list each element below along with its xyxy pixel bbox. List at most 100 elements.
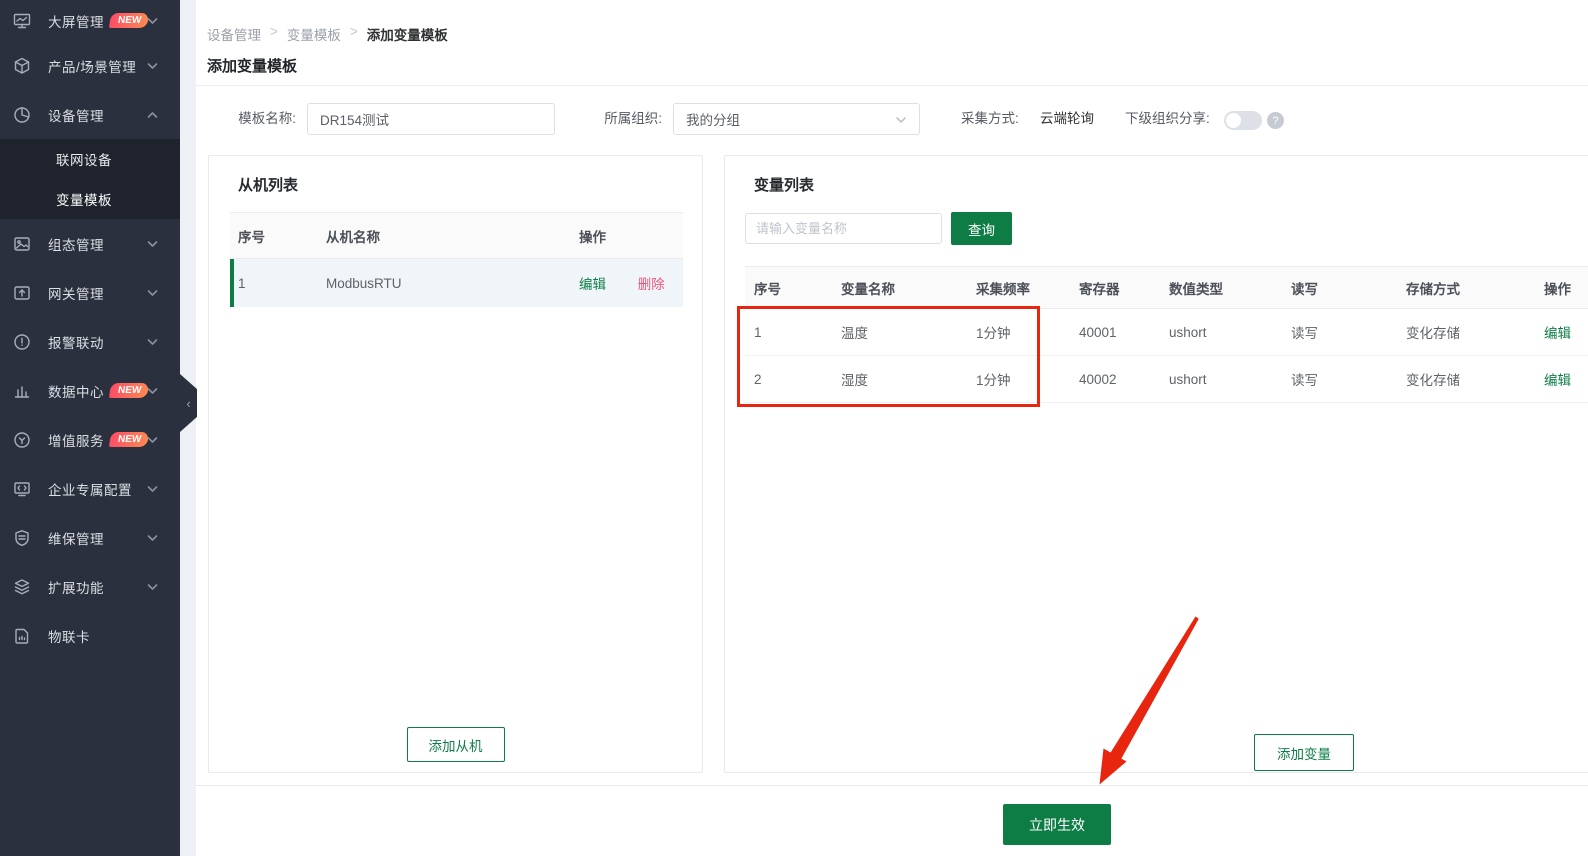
col-variable-name: 变量名称	[832, 278, 967, 298]
breadcrumb-separator: >	[270, 24, 278, 44]
pie-chart-icon	[13, 106, 31, 124]
chevron-down-icon	[147, 57, 158, 75]
app-root: 大屏管理 NEW 产品/场景管理 设备管理 联网设备 变量模板	[0, 0, 1588, 856]
col-storage-mode: 存储方式	[1397, 278, 1535, 298]
collect-mode-value: 云端轮询	[1040, 103, 1094, 135]
layers-icon	[13, 578, 31, 596]
template-name-input[interactable]	[307, 103, 555, 135]
var-register: 40002	[1070, 372, 1160, 387]
image-icon	[13, 235, 31, 253]
col-read-write: 读写	[1282, 278, 1397, 298]
col-value-type: 数值类型	[1160, 278, 1282, 298]
sidebar-item-variable-template[interactable]: 变量模板	[0, 179, 180, 219]
sidebar: 大屏管理 NEW 产品/场景管理 设备管理 联网设备 变量模板	[0, 0, 180, 856]
edit-variable-link[interactable]: 编辑	[1544, 326, 1571, 341]
var-name: 湿度	[832, 369, 967, 389]
add-slave-button[interactable]: 添加从机	[407, 727, 505, 762]
sidebar-item-device-management[interactable]: 设备管理	[0, 90, 180, 139]
sidebar-item-label: 设备管理	[48, 105, 104, 125]
variable-table-row[interactable]: 1 温度 1分钟 40001 ushort 读写 变化存储 编辑	[745, 309, 1588, 356]
breadcrumb-device-management[interactable]: 设备管理	[207, 24, 261, 44]
chevron-up-icon	[147, 106, 158, 124]
variable-list-panel: 变量列表 查询 序号 变量名称 采集频率 寄存器 数值类型 读写 存储方式 操作…	[724, 155, 1588, 773]
variable-panel-title: 变量列表	[754, 174, 814, 195]
footer-divider	[196, 785, 1588, 786]
col-register: 寄存器	[1070, 278, 1160, 298]
sidebar-item-maintenance-management[interactable]: 维保管理	[0, 513, 180, 562]
sidebar-item-label: 网关管理	[48, 283, 104, 303]
chevron-down-icon	[147, 578, 158, 596]
variable-table: 序号 变量名称 采集频率 寄存器 数值类型 读写 存储方式 操作 1 温度 1分…	[745, 266, 1588, 403]
gateway-icon	[13, 284, 31, 302]
device-management-submenu: 联网设备 变量模板	[0, 139, 180, 219]
slave-list-panel: 从机列表 序号 从机名称 操作 1 ModbusRTU 编辑 删除 添加从机	[208, 155, 703, 773]
org-label: 所属组织:	[582, 103, 662, 135]
chevron-down-icon	[147, 529, 158, 547]
sidebar-item-extended-functions[interactable]: 扩展功能	[0, 562, 180, 611]
add-variable-button[interactable]: 添加变量	[1254, 734, 1354, 771]
sim-card-icon	[13, 627, 31, 645]
variable-search-input[interactable]	[745, 213, 942, 244]
sidebar-item-alarm-linkage[interactable]: 报警联动	[0, 317, 180, 366]
new-badge: NEW	[109, 432, 149, 447]
sidebar-item-networked-devices[interactable]: 联网设备	[0, 139, 180, 179]
sidebar-item-value-added-services[interactable]: 增值服务 NEW	[0, 415, 180, 464]
collect-mode-label: 采集方式:	[961, 103, 1029, 135]
toggle-knob	[1226, 113, 1241, 128]
page-title: 添加变量模板	[207, 55, 297, 76]
col-index: 序号	[230, 226, 318, 246]
var-register: 40001	[1070, 325, 1160, 340]
new-badge: NEW	[109, 13, 149, 28]
col-collect-frequency: 采集频率	[967, 278, 1070, 298]
slave-index: 1	[230, 276, 318, 291]
sidebar-item-label: 维保管理	[48, 528, 104, 548]
var-frequency: 1分钟	[967, 322, 1070, 342]
chevron-down-icon	[147, 480, 158, 498]
var-storage: 变化存储	[1397, 322, 1535, 342]
screen-icon	[13, 12, 31, 30]
sidebar-item-gateway-management[interactable]: 网关管理	[0, 268, 180, 317]
help-icon[interactable]: ?	[1267, 112, 1284, 129]
query-button[interactable]: 查询	[951, 212, 1012, 245]
col-actions: 操作	[1535, 278, 1588, 298]
breadcrumb-current: 添加变量模板	[367, 24, 448, 44]
sidebar-item-label: 扩展功能	[48, 577, 104, 597]
sidebar-item-product-scene[interactable]: 产品/场景管理	[0, 41, 180, 90]
col-slave-name: 从机名称	[318, 226, 571, 246]
sidebar-item-iot-card[interactable]: 物联卡	[0, 611, 180, 660]
collapse-chevron-icon: ‹	[186, 396, 190, 411]
apply-button[interactable]: 立即生效	[1003, 804, 1111, 845]
edit-variable-link[interactable]: 编辑	[1544, 373, 1571, 388]
slave-table-row[interactable]: 1 ModbusRTU 编辑 删除	[230, 259, 683, 307]
sidebar-item-label: 大屏管理	[48, 11, 104, 31]
org-select[interactable]: 我的分组	[673, 103, 920, 135]
var-type: ushort	[1160, 372, 1282, 387]
enterprise-config-icon	[13, 480, 31, 498]
sidebar-item-big-screen[interactable]: 大屏管理 NEW	[0, 0, 180, 41]
sidebar-item-data-center[interactable]: 数据中心 NEW	[0, 366, 180, 415]
breadcrumb: 设备管理 > 变量模板 > 添加变量模板	[207, 24, 448, 44]
var-index: 1	[745, 325, 832, 340]
var-storage: 变化存储	[1397, 369, 1535, 389]
sidebar-item-enterprise-config[interactable]: 企业专属配置	[0, 464, 180, 513]
chevron-down-icon	[147, 431, 158, 449]
var-rw: 读写	[1282, 369, 1397, 389]
breadcrumb-variable-template[interactable]: 变量模板	[287, 24, 341, 44]
share-toggle[interactable]	[1224, 111, 1262, 130]
sidebar-item-configuration-management[interactable]: 组态管理	[0, 219, 180, 268]
org-select-value: 我的分组	[686, 109, 740, 129]
col-actions: 操作	[571, 226, 683, 246]
alarm-icon	[13, 333, 31, 351]
delete-slave-link[interactable]: 删除	[638, 277, 665, 292]
var-frequency: 1分钟	[967, 369, 1070, 389]
question-glyph: ?	[1272, 115, 1278, 127]
var-name: 温度	[832, 322, 967, 342]
edit-slave-link[interactable]: 编辑	[579, 277, 606, 292]
breadcrumb-separator: >	[350, 24, 358, 44]
sidebar-subitem-label: 变量模板	[56, 189, 112, 209]
value-service-icon	[13, 431, 31, 449]
chevron-down-icon	[147, 284, 158, 302]
slave-panel-title: 从机列表	[238, 174, 298, 195]
variable-table-row[interactable]: 2 湿度 1分钟 40002 ushort 读写 变化存储 编辑	[745, 356, 1588, 403]
sidebar-item-label: 企业专属配置	[48, 479, 132, 499]
